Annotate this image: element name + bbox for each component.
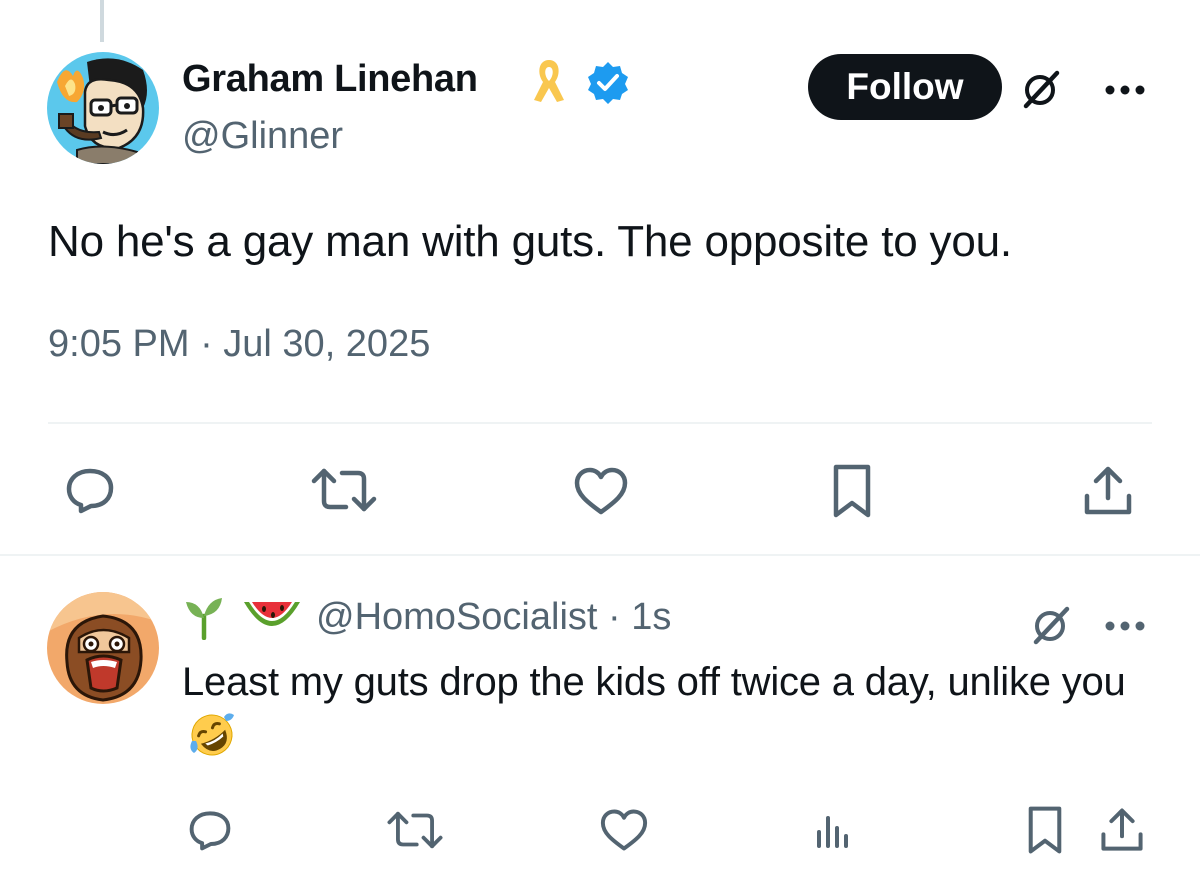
author-name[interactable]: Graham Linehan [182, 58, 478, 101]
retweet-icon [311, 468, 377, 512]
reply-button[interactable] [184, 806, 236, 854]
follow-button[interactable]: Follow [808, 54, 1002, 120]
grok-icon[interactable] [1020, 68, 1062, 110]
reply-handle-and-time[interactable]: @HomoSocialist · 1s [316, 596, 671, 639]
views-button[interactable] [810, 806, 856, 854]
watermelon-emoji [244, 602, 300, 626]
bookmark-button[interactable] [826, 462, 878, 520]
reply-button[interactable] [62, 464, 118, 516]
retweet-icon [387, 811, 443, 849]
rolling-on-floor-laughing-emoji [190, 713, 234, 756]
like-icon [600, 809, 648, 851]
reply-icon [189, 811, 231, 851]
like-button[interactable] [598, 806, 650, 854]
more-options-icon[interactable] [1104, 620, 1146, 632]
divider [0, 554, 1200, 556]
reply-text-container: Least my guts drop the kids off twice a … [182, 654, 1162, 766]
share-icon [1101, 808, 1143, 851]
author-handle[interactable]: @Glinner [182, 115, 343, 158]
tweet-text: No he's a gay man with guts. The opposit… [48, 217, 1012, 266]
retweet-button[interactable] [384, 806, 446, 854]
bookmark-button[interactable] [1022, 804, 1068, 856]
retweet-button[interactable] [308, 464, 380, 516]
views-icon [817, 816, 848, 848]
grok-icon[interactable] [1030, 604, 1072, 646]
share-button[interactable] [1080, 462, 1136, 520]
yellow-ribbon-icon [534, 60, 564, 102]
thread-connector-line [100, 0, 104, 42]
like-icon [574, 467, 628, 515]
reply-icon [66, 468, 114, 514]
verified-badge-icon[interactable] [586, 60, 630, 104]
tweet-timestamp[interactable]: 9:05 PM · Jul 30, 2025 [48, 323, 430, 366]
reply-author-avatar[interactable] [47, 592, 159, 704]
more-options-icon[interactable] [1104, 84, 1146, 96]
author-avatar[interactable] [47, 52, 159, 164]
seedling-emoji [186, 598, 222, 640]
divider [48, 422, 1152, 424]
bookmark-icon [1028, 806, 1062, 854]
share-icon [1084, 466, 1132, 515]
share-button[interactable] [1098, 804, 1146, 856]
reply-text: Least my guts drop the kids off twice a … [182, 660, 1126, 704]
like-button[interactable] [572, 464, 630, 518]
bookmark-icon [833, 464, 871, 518]
